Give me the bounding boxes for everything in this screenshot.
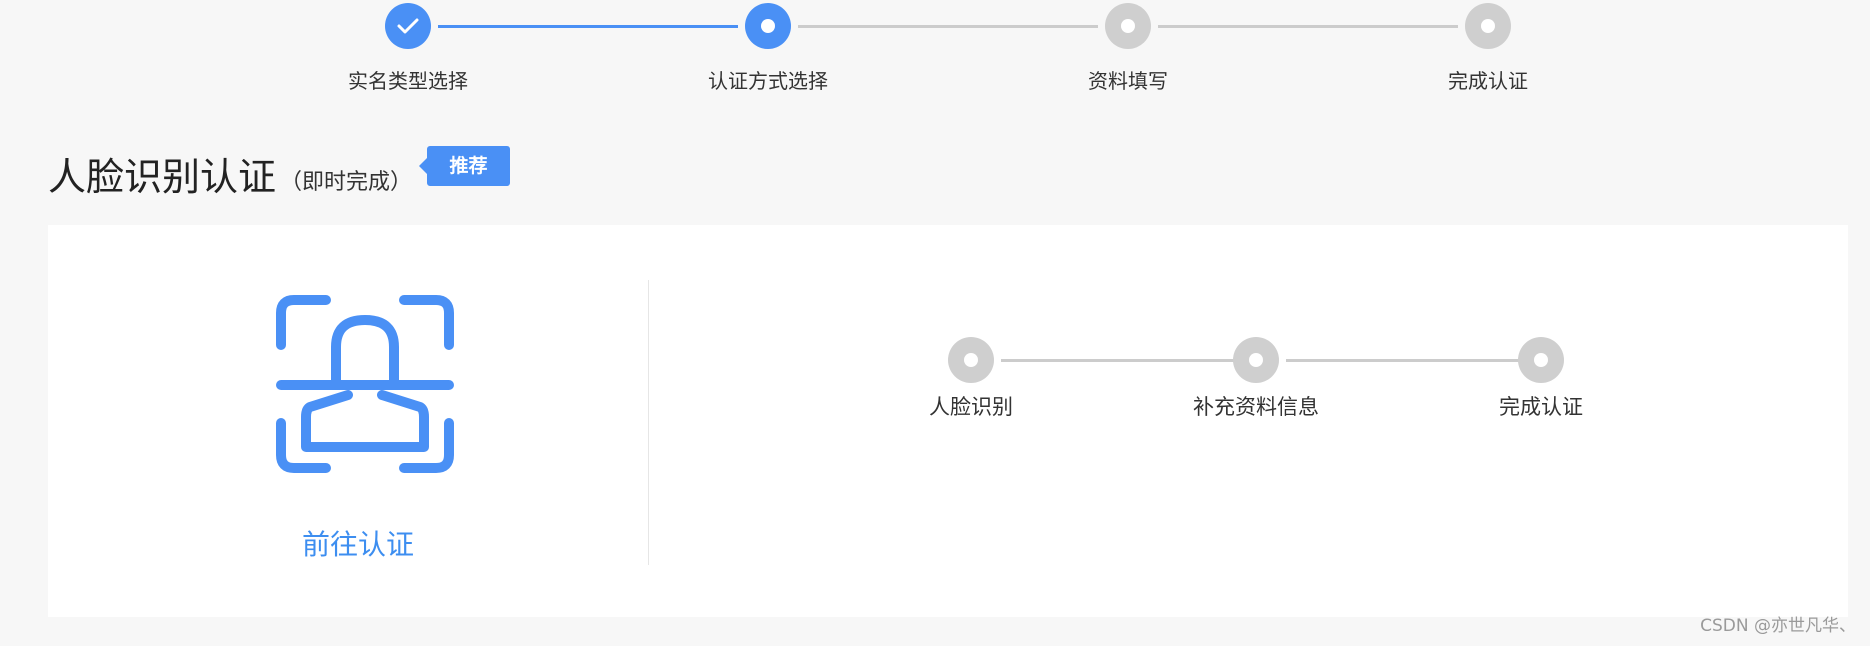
flow-connector-2 bbox=[1286, 359, 1521, 362]
step-label-2: 认证方式选择 bbox=[708, 69, 828, 93]
step-connector-1 bbox=[438, 25, 738, 28]
face-recognition-icon[interactable] bbox=[276, 295, 454, 473]
step-label-4: 完成认证 bbox=[1448, 69, 1528, 93]
recommended-badge: 推荐 bbox=[419, 146, 510, 186]
step-label-1: 实名类型选择 bbox=[348, 69, 468, 93]
flow-step-label-1: 人脸识别 bbox=[929, 395, 1013, 419]
flow-step-1-icon bbox=[948, 337, 994, 383]
watermark: CSDN @亦世凡华、 bbox=[1700, 616, 1856, 636]
step-4-pending-icon bbox=[1465, 3, 1511, 49]
section-subtitle: （即时完成） bbox=[280, 170, 413, 195]
flow-connector-1 bbox=[1001, 359, 1236, 362]
flow-step-2-icon bbox=[1233, 337, 1279, 383]
go-verify-link[interactable]: 前往认证 bbox=[268, 525, 448, 565]
face-recognition-card: 前往认证 人脸识别 补充资料信息 完成认证 bbox=[48, 225, 1848, 617]
step-2-current-icon bbox=[745, 3, 791, 49]
step-3-pending-icon bbox=[1105, 3, 1151, 49]
step-label-3: 资料填写 bbox=[1088, 69, 1168, 93]
step-1-done-icon bbox=[385, 3, 431, 49]
step-connector-2 bbox=[798, 25, 1098, 28]
flow-step-label-3: 完成认证 bbox=[1499, 395, 1583, 419]
step-connector-3 bbox=[1158, 25, 1458, 28]
section-title: 人脸识别认证 bbox=[48, 155, 277, 199]
card-divider bbox=[648, 280, 649, 565]
checkmark-icon bbox=[397, 18, 419, 34]
flow-step-label-2: 补充资料信息 bbox=[1193, 395, 1319, 419]
flow-step-3-icon bbox=[1518, 337, 1564, 383]
